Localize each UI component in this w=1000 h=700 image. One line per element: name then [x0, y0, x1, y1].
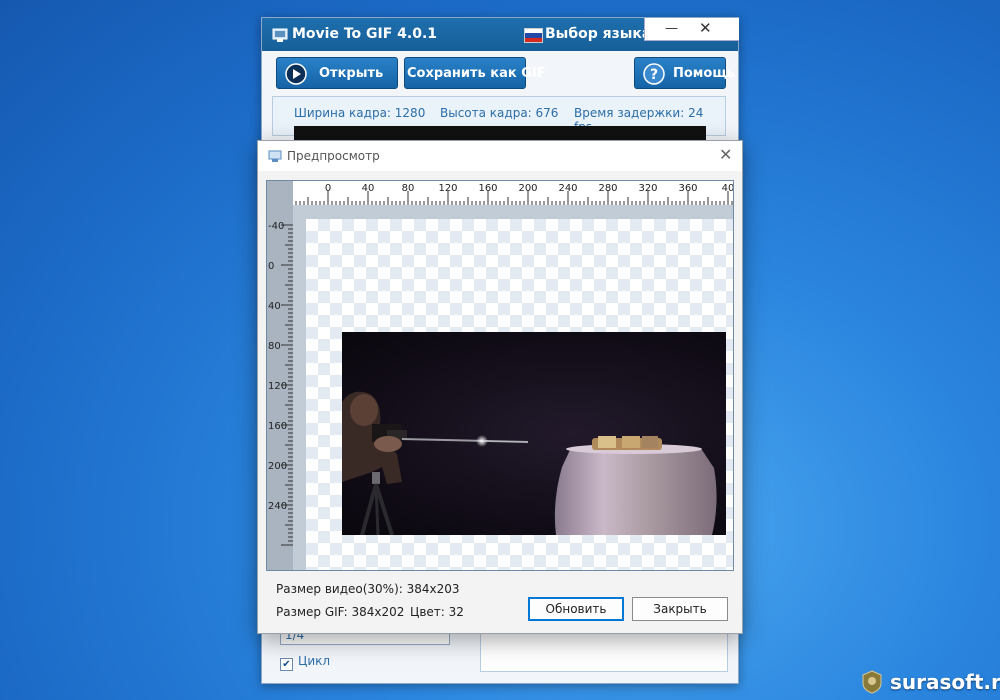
- video-frame-image: [342, 391, 717, 535]
- refresh-button[interactable]: Обновить: [528, 597, 624, 621]
- preview-app-icon: [268, 150, 282, 162]
- ruler-top-label: 120: [438, 183, 457, 194]
- preview-dialog: Предпросмотр ✕ 0 40 80 120 160 200 240 280 320 36…: [257, 140, 743, 634]
- close-icon[interactable]: ✕: [699, 19, 712, 37]
- close-button[interactable]: Закрыть: [632, 597, 728, 621]
- video-preview-frame: [342, 332, 726, 535]
- close-icon[interactable]: ✕: [719, 145, 732, 164]
- ruler-left-label: 200: [268, 461, 287, 472]
- video-size-info: Размер видео(30%): 384x203: [276, 582, 460, 596]
- seal-icon: [862, 670, 882, 694]
- ruler-top: 0 40 80 120 160 200 240 280 320 360 40: [287, 181, 734, 219]
- preview-titlebar[interactable]: Предпросмотр ✕: [258, 141, 742, 171]
- ruler-left-label: 240: [268, 501, 287, 512]
- ruler-top-label: 360: [678, 183, 697, 194]
- ruler-top-label: 40: [722, 183, 734, 194]
- ruler-top-label: 80: [402, 183, 415, 194]
- work-area: [293, 205, 733, 570]
- app-icon: [272, 28, 288, 42]
- window-controls: — ✕: [644, 18, 739, 41]
- checkbox-icon[interactable]: ✔: [280, 658, 293, 671]
- frame-width: Ширина кадра: 1280: [294, 106, 426, 120]
- ruler-top-label: 0: [325, 183, 331, 194]
- preview-title: Предпросмотр: [287, 149, 380, 163]
- russia-flag-icon[interactable]: [524, 28, 543, 43]
- save-gif-button-label: Сохранить как GIF: [407, 66, 546, 81]
- frame-height: Высота кадра: 676: [440, 106, 559, 120]
- watermark-text: surasoft.ru: [890, 670, 1000, 694]
- watermark: surasoft.ru: [858, 668, 1000, 696]
- app-title: Movie To GIF 4.0.1: [292, 26, 438, 42]
- minimize-button[interactable]: —: [665, 21, 678, 36]
- preview-canvas[interactable]: 0 40 80 120 160 200 240 280 320 360 40 -40 0 40 80 120…: [266, 180, 734, 571]
- ruler-left: -40 0 40 80 120 160 200 240: [267, 219, 293, 548]
- transparent-canvas: [306, 219, 733, 570]
- help-button-label: Помощь: [673, 66, 735, 81]
- open-button[interactable]: Открыть: [276, 57, 398, 89]
- save-gif-button[interactable]: Сохранить как GIF: [404, 57, 546, 89]
- ruler-top-label: 280: [598, 183, 617, 194]
- language-selector[interactable]: Выбор языка: [545, 26, 651, 42]
- loop-label: Цикл: [298, 654, 331, 668]
- ruler-left-label: 80: [268, 341, 281, 352]
- ruler-left-label: 40: [268, 301, 281, 312]
- main-titlebar[interactable]: Movie To GIF 4.0.1 Выбор языка — ✕: [262, 18, 739, 51]
- ruler-top-label: 320: [638, 183, 657, 194]
- color-info: Цвет: 32: [410, 605, 464, 619]
- open-button-label: Открыть: [319, 66, 384, 81]
- ruler-left-label: 120: [268, 381, 287, 392]
- ruler-top-label: 40: [362, 183, 375, 194]
- ruler-left-label: -40: [268, 221, 284, 232]
- loop-checkbox[interactable]: ✔ Цикл: [280, 654, 330, 671]
- help-button[interactable]: ? Помощь: [634, 57, 735, 89]
- gif-size-info: Размер GIF: 384x202: [276, 605, 405, 619]
- ruler-top-label: 200: [518, 183, 537, 194]
- play-icon: [285, 63, 307, 85]
- ruler-top-label: 160: [478, 183, 497, 194]
- ruler-left-label: 0: [268, 261, 274, 272]
- ruler-left-label: 160: [268, 421, 287, 432]
- help-icon: ?: [643, 63, 665, 85]
- ruler-top-label: 240: [558, 183, 577, 194]
- svg-text:?: ?: [650, 67, 658, 83]
